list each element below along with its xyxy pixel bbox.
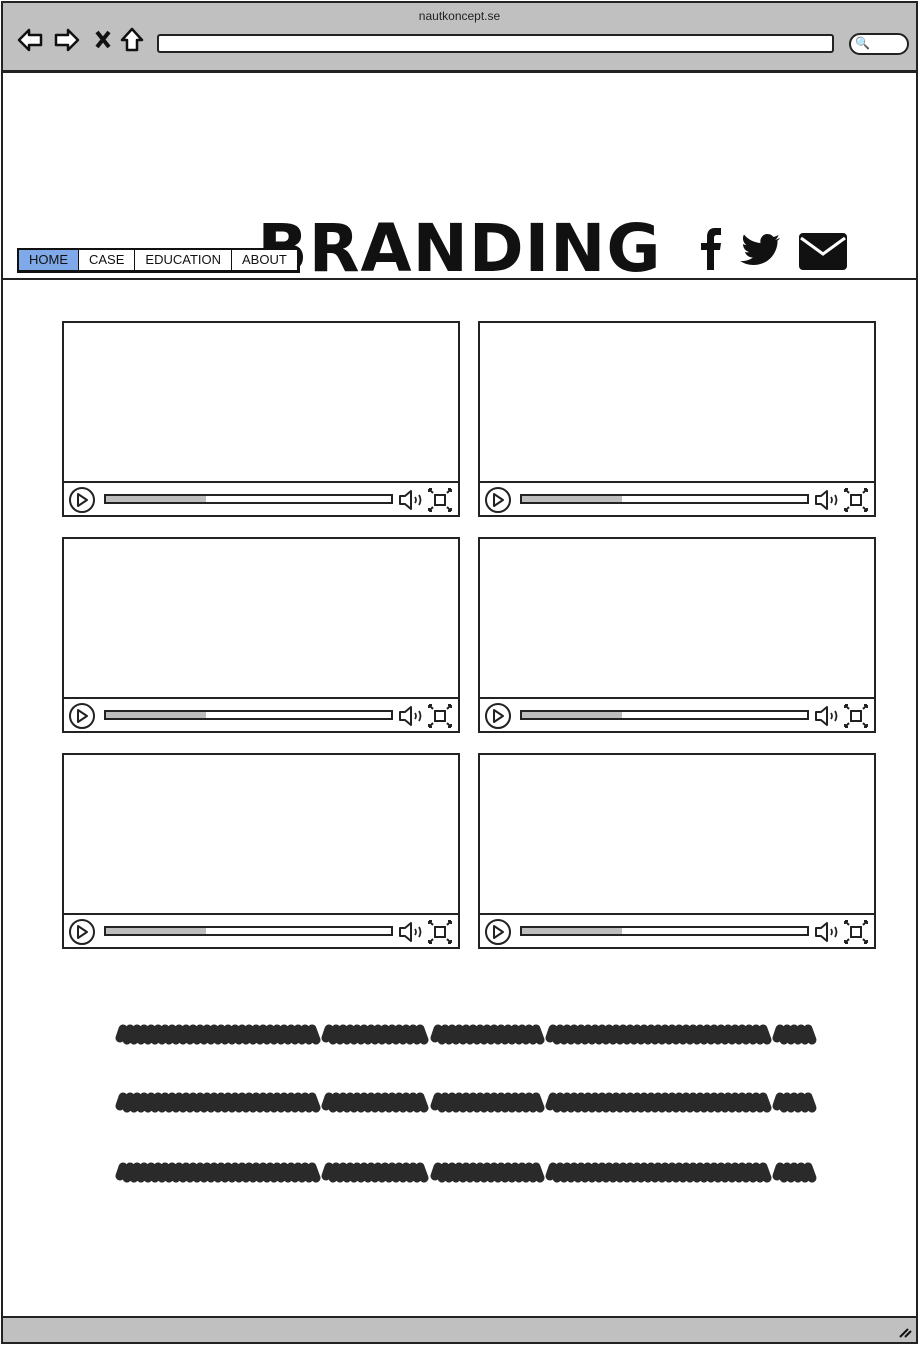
scribble-word [321,1162,429,1183]
resize-handle-icon[interactable] [898,1326,912,1338]
status-bar [1,1316,918,1344]
placeholder-text-scribble [115,1024,817,1183]
scribble-word [772,1024,817,1045]
scribble-word [772,1162,817,1183]
scribble-word [545,1092,772,1113]
scribble-word [545,1162,772,1183]
scribble-word [545,1024,772,1045]
scribble-word [321,1092,429,1113]
scribble-word [430,1092,545,1113]
scribble-word [115,1162,321,1183]
scribble-word [115,1092,321,1113]
scribble-word [430,1162,545,1183]
scribble-word [115,1024,321,1045]
scribble-word [772,1092,817,1113]
scribble-word [430,1024,545,1045]
scribble-word [321,1024,429,1045]
